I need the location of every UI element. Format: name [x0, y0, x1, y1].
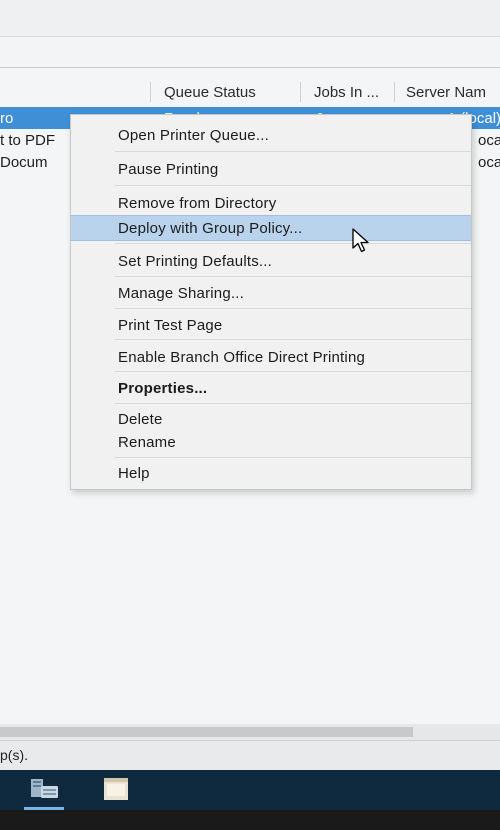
menu-item-delete[interactable]: Delete — [71, 407, 471, 431]
taskbar-file-explorer-button[interactable] — [92, 770, 140, 810]
mouse-pointer-icon — [352, 228, 369, 253]
server-manager-icon — [31, 779, 58, 798]
menu-item-label: Help — [118, 465, 150, 482]
menu-item-label: Properties... — [118, 380, 208, 397]
screen-bezel — [0, 810, 500, 830]
menu-separator — [115, 457, 471, 458]
status-bar: p(s). — [0, 740, 500, 771]
menu-item-label: Delete — [118, 411, 163, 428]
menu-separator — [115, 371, 471, 372]
menu-item-deploy-with-group-policy[interactable]: Deploy with Group Policy... — [71, 215, 471, 241]
file-explorer-icon — [104, 778, 128, 800]
column-separator[interactable] — [150, 82, 151, 102]
menu-item-label: Set Printing Defaults... — [118, 253, 273, 270]
menu-item-label: Rename — [118, 434, 176, 451]
menu-item-label: Pause Printing — [118, 161, 219, 178]
column-separator[interactable] — [300, 82, 301, 102]
menu-item-label: Deploy with Group Policy... — [118, 220, 303, 237]
context-menu: Open Printer Queue... Pause Printing Rem… — [70, 114, 472, 490]
status-text: p(s). — [0, 747, 28, 763]
menu-item-print-test-page[interactable]: Print Test Page — [71, 313, 471, 337]
menu-item-label: Enable Branch Office Direct Printing — [118, 349, 366, 366]
taskbar — [0, 770, 500, 810]
taskbar-server-manager-button[interactable] — [20, 770, 68, 810]
toolbar-band — [0, 37, 500, 68]
printer-server: ocal — [478, 154, 500, 171]
menu-item-pause-printing[interactable]: Pause Printing — [71, 157, 471, 181]
menu-item-label: Print Test Page — [118, 317, 223, 334]
menu-item-manage-sharing[interactable]: Manage Sharing... — [71, 281, 471, 305]
column-header-queue-status[interactable]: Queue Status — [164, 84, 256, 101]
column-header-server-name[interactable]: Server Nam — [406, 84, 486, 101]
menu-item-label: Remove from Directory — [118, 195, 277, 212]
menu-separator — [115, 185, 471, 186]
horizontal-scrollbar[interactable] — [0, 724, 500, 740]
menu-item-remove-from-directory[interactable]: Remove from Directory — [71, 191, 471, 215]
printer-name: t to PDF — [0, 132, 56, 149]
menu-separator — [115, 403, 471, 404]
menu-separator — [115, 339, 471, 340]
menu-item-properties[interactable]: Properties... — [71, 376, 471, 400]
menu-separator — [115, 151, 471, 152]
printer-server: ocal — [478, 132, 500, 149]
scrollbar-thumb[interactable] — [0, 727, 413, 737]
menu-separator — [115, 243, 471, 244]
menu-item-open-printer-queue[interactable]: Open Printer Queue... — [71, 123, 471, 147]
column-header-jobs[interactable]: Jobs In ... — [314, 84, 379, 101]
menu-item-label: Manage Sharing... — [118, 285, 244, 302]
printer-name: Docum — [0, 154, 48, 171]
menu-item-enable-branch-office-direct-printing[interactable]: Enable Branch Office Direct Printing — [71, 345, 471, 369]
menu-separator — [115, 308, 471, 309]
menu-separator — [115, 276, 471, 277]
column-separator[interactable] — [394, 82, 395, 102]
menu-item-label: Open Printer Queue... — [118, 127, 269, 144]
printer-name: ro — [0, 110, 14, 127]
menu-item-set-printing-defaults[interactable]: Set Printing Defaults... — [71, 249, 471, 273]
window-top-area — [0, 0, 500, 37]
menu-item-rename[interactable]: Rename — [71, 430, 471, 454]
menu-item-help[interactable]: Help — [71, 461, 471, 485]
list-header: Queue Status Jobs In ... Server Nam — [0, 78, 500, 106]
